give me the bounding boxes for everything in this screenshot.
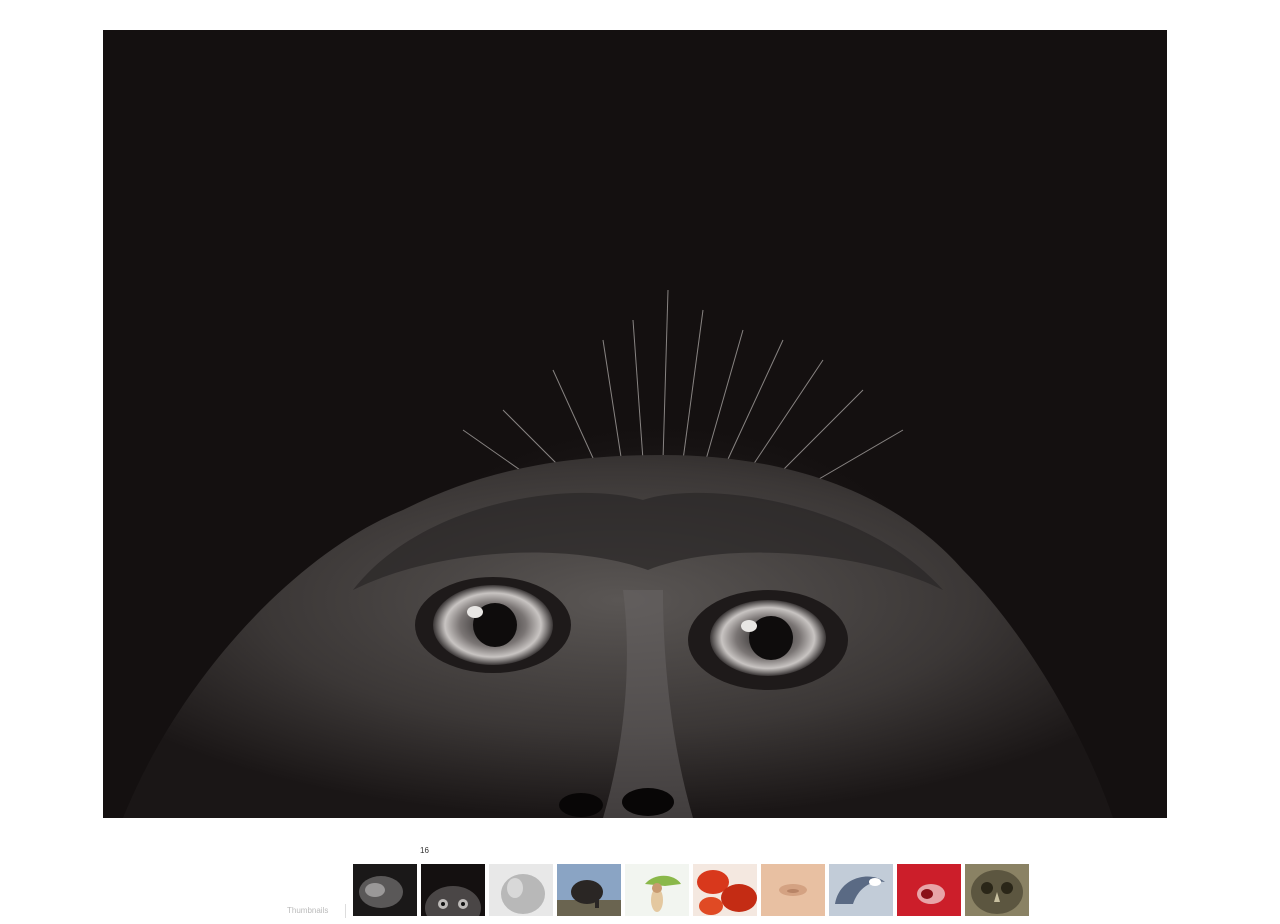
image-counter: 16 <box>420 846 429 855</box>
thumbnails-label[interactable]: Thumbnails <box>287 906 328 915</box>
thumbnail-owl-face[interactable] <box>965 864 1029 916</box>
thumbnail-grey-blue-shape[interactable] <box>829 864 893 916</box>
monkey-face-photo <box>103 30 1167 818</box>
thumbnail-bw-monkey[interactable] <box>421 864 485 916</box>
thumbnail-skin-tone[interactable] <box>761 864 825 916</box>
thumbnail-red-abstract[interactable] <box>897 864 961 916</box>
main-photo-viewer[interactable] <box>103 30 1167 818</box>
thumbnail-red-peppers[interactable] <box>693 864 757 916</box>
thumbnails-divider <box>345 904 346 918</box>
thumbnail-strip <box>353 864 1029 916</box>
thumbnail-white-horse[interactable] <box>489 864 553 916</box>
thumbnail-bw-animal[interactable] <box>353 864 417 916</box>
thumbnail-elephant-sky[interactable] <box>557 864 621 916</box>
thumbnail-green-bird[interactable] <box>625 864 689 916</box>
